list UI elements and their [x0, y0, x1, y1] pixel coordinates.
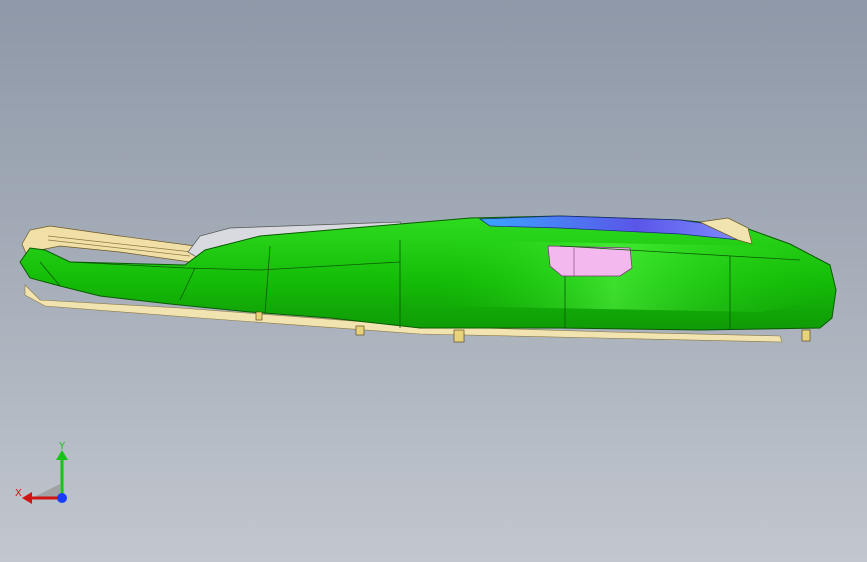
- x-axis-label: X: [15, 488, 22, 499]
- triad-plane: [32, 484, 60, 498]
- 3d-model[interactable]: [0, 0, 867, 562]
- x-axis-arrow: [22, 492, 32, 504]
- cad-viewport[interactable]: Y X: [0, 0, 867, 562]
- body-highlight: [440, 240, 826, 312]
- pink-lens: [547, 245, 633, 277]
- z-axis-dot: [57, 493, 67, 503]
- axis-triad: Y X: [15, 441, 68, 504]
- y-axis-label: Y: [58, 441, 66, 452]
